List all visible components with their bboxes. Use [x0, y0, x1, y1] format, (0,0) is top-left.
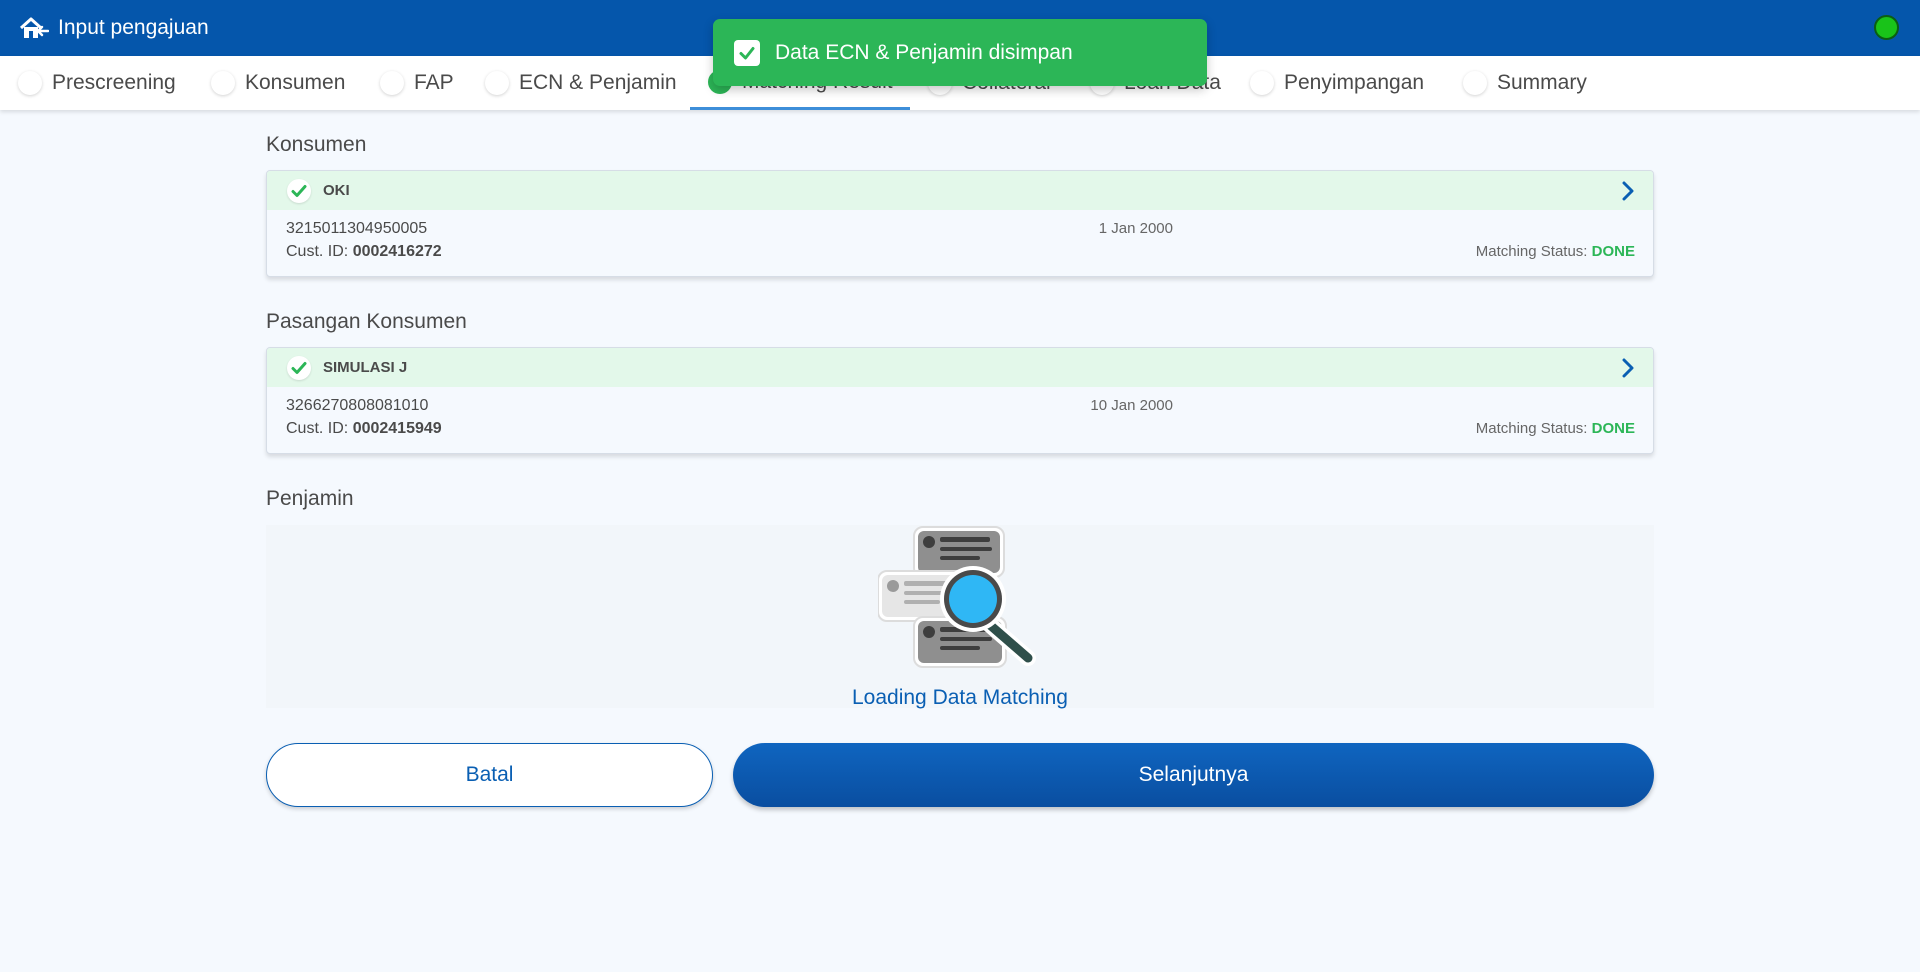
loading-data-matching-text: Loading Data Matching	[852, 686, 1068, 709]
matching-status-value: DONE	[1591, 243, 1635, 260]
step-circle-icon	[18, 71, 42, 95]
cust-id-value: 0002416272	[352, 243, 442, 260]
card-header: SIMULASI J	[267, 348, 1653, 387]
tab-label: Summary	[1497, 71, 1587, 94]
konsumen-matching-status: Matching Status: DONE	[1476, 243, 1635, 260]
tab-label: Penyimpangan	[1284, 71, 1425, 94]
matching-status-label: Matching Status:	[1475, 420, 1588, 437]
konsumen-dob: 1 Jan 2000	[1098, 220, 1173, 237]
tab-penyimpangan[interactable]: Penyimpangan	[1250, 56, 1424, 110]
tab-prescreening[interactable]: Prescreening	[18, 56, 176, 110]
toast-message: Data ECN & Penjamin disimpan	[775, 40, 1073, 64]
tab-summary[interactable]: Summary	[1463, 56, 1587, 110]
step-circle-icon	[1250, 71, 1274, 95]
tab-label: ECN & Penjamin	[519, 71, 677, 94]
section-title-konsumen: Konsumen	[266, 133, 367, 156]
tab-label: FAP	[414, 71, 454, 94]
tab-label: Prescreening	[52, 71, 176, 94]
step-circle-icon	[485, 71, 509, 95]
next-button[interactable]: Selanjutnya	[733, 743, 1654, 807]
tab-label: Konsumen	[245, 71, 346, 94]
cust-id-value: 0002415949	[352, 420, 442, 437]
chevron-right-icon[interactable]	[1617, 180, 1639, 202]
matching-status-value: DONE	[1591, 420, 1635, 437]
step-circle-icon	[211, 71, 235, 95]
connection-status-indicator	[1874, 15, 1899, 40]
tab-ecn-penjamin[interactable]: ECN & Penjamin	[485, 56, 677, 110]
chevron-right-icon[interactable]	[1617, 357, 1639, 379]
card-body: 3215011304950005 Cust. ID: 0002416272 1 …	[267, 210, 1653, 276]
penjamin-loading-panel: Loading Data Matching	[266, 525, 1654, 709]
tab-fap[interactable]: FAP	[380, 56, 454, 110]
pasangan-card[interactable]: SIMULASI J 3266270808081010 Cust. ID: 00…	[266, 347, 1654, 454]
card-header: OKI	[267, 171, 1653, 210]
check-circle-icon	[287, 355, 311, 380]
matching-status-label: Matching Status:	[1475, 243, 1588, 260]
pasangan-cust-id: Cust. ID: 0002415949	[286, 420, 442, 438]
konsumen-card[interactable]: OKI 3215011304950005 Cust. ID: 000241627…	[266, 170, 1654, 277]
konsumen-nik: 3215011304950005	[286, 220, 428, 237]
card-body: 3266270808081010 Cust. ID: 0002415949 10…	[267, 387, 1653, 453]
pasangan-name: SIMULASI J	[323, 359, 408, 376]
checkbox-check-icon	[734, 39, 760, 66]
cust-id-label: Cust. ID:	[286, 420, 349, 437]
data-matching-illustration-icon	[877, 525, 1040, 670]
home-back-icon[interactable]	[18, 12, 50, 44]
check-circle-icon	[287, 178, 311, 203]
cancel-button[interactable]: Batal	[266, 743, 713, 807]
pasangan-dob: 10 Jan 2000	[1090, 397, 1173, 414]
step-circle-icon	[1463, 71, 1487, 95]
pasangan-nik: 3266270808081010	[286, 397, 429, 414]
section-title-penjamin: Penjamin	[266, 487, 354, 510]
success-toast: Data ECN & Penjamin disimpan	[713, 19, 1207, 86]
page-title: Input pengajuan	[58, 16, 209, 39]
konsumen-name: OKI	[323, 182, 350, 199]
tab-konsumen[interactable]: Konsumen	[211, 56, 345, 110]
step-circle-icon	[380, 71, 404, 95]
section-title-pasangan: Pasangan Konsumen	[266, 310, 467, 333]
konsumen-cust-id: Cust. ID: 0002416272	[286, 243, 442, 261]
cust-id-label: Cust. ID:	[286, 243, 349, 260]
pasangan-matching-status: Matching Status: DONE	[1476, 420, 1635, 437]
